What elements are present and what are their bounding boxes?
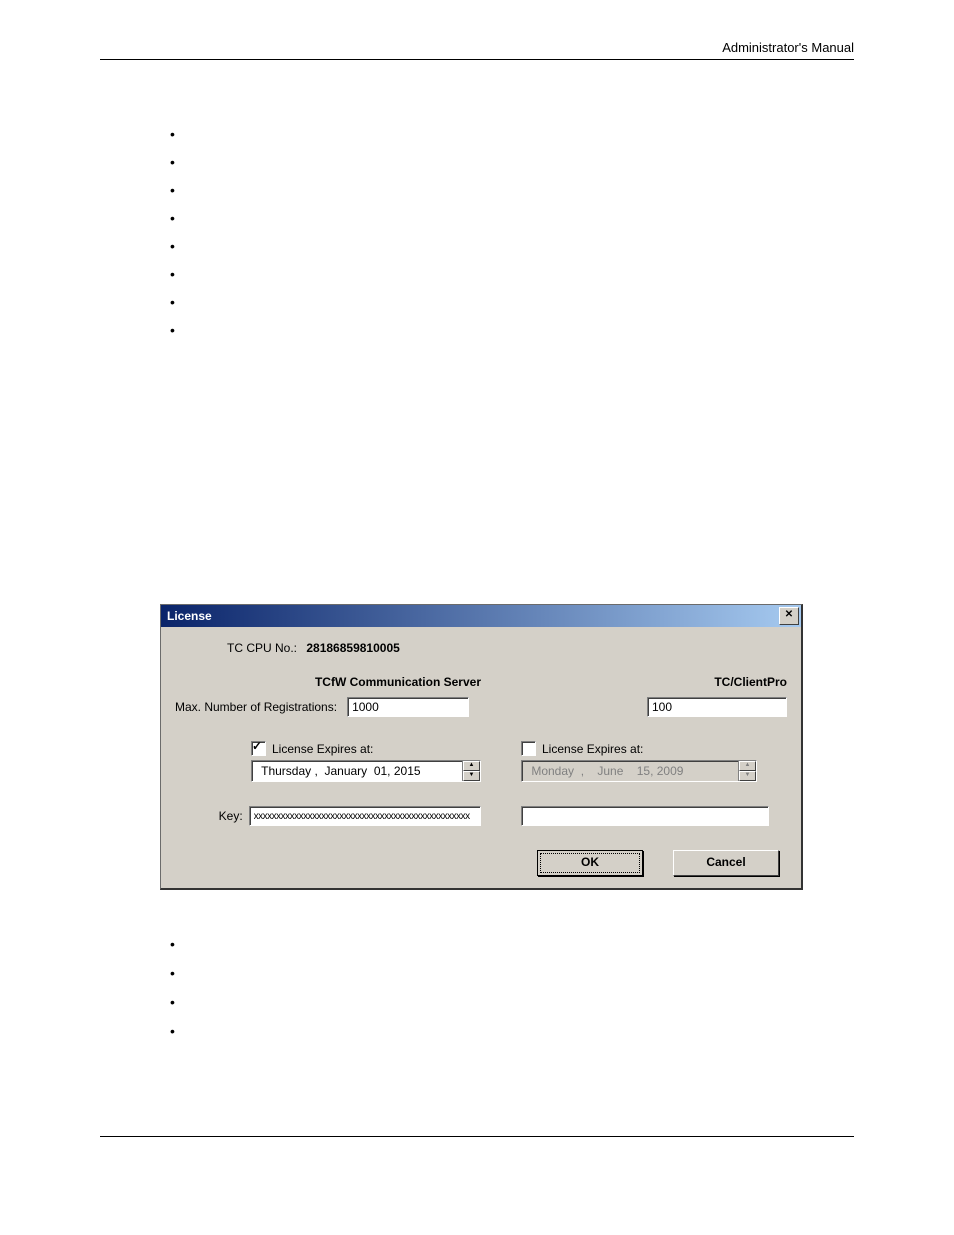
top-bullet-list <box>170 120 854 344</box>
close-icon: ✕ <box>785 609 793 620</box>
date-spinner-clientpro: ▲ ▼ <box>738 761 756 781</box>
spin-down-icon[interactable]: ▼ <box>463 771 480 781</box>
list-item <box>170 176 854 204</box>
list-item <box>170 930 854 959</box>
ok-button[interactable]: OK <box>537 850 643 876</box>
list-item <box>170 288 854 316</box>
expire-label-tcfw: License Expires at: <box>272 742 373 756</box>
spin-up-icon: ▲ <box>739 761 756 771</box>
clientpro-title: TC/ClientPro <box>521 675 787 689</box>
list-item <box>170 959 854 988</box>
list-item <box>170 120 854 148</box>
date-spinner-tcfw: ▲ ▼ <box>462 761 480 781</box>
expire-date-text-clientpro: Monday , June 15, 2009 <box>522 761 738 781</box>
page-footer-rule <box>100 1136 854 1157</box>
cancel-button[interactable]: Cancel <box>673 850 779 876</box>
dialog-titlebar[interactable]: License ✕ <box>161 605 801 627</box>
bottom-bullet-list <box>170 930 854 1046</box>
expire-label-clientpro: License Expires at: <box>542 742 643 756</box>
max-reg-input-tcfw[interactable] <box>347 697 469 717</box>
expire-checkbox-tcfw[interactable] <box>251 741 266 756</box>
max-reg-label: Max. Number of Registrations: <box>175 700 337 714</box>
close-button[interactable]: ✕ <box>779 607 799 625</box>
tcfw-title: TCfW Communication Server <box>175 675 481 689</box>
list-item <box>170 232 854 260</box>
expire-date-tcfw[interactable]: Thursday , January 01, 2015 ▲ ▼ <box>251 760 481 782</box>
clientpro-column: TC/ClientPro License Expires at: Monday … <box>501 675 787 826</box>
cpu-label: TC CPU No.: <box>227 641 297 655</box>
page-header: Administrator's Manual <box>100 40 854 60</box>
key-input-tcfw[interactable] <box>249 806 481 826</box>
expire-date-text-tcfw: Thursday , January 01, 2015 <box>252 761 462 781</box>
expire-date-clientpro: Monday , June 15, 2009 ▲ ▼ <box>521 760 757 782</box>
list-item <box>170 988 854 1017</box>
license-dialog: License ✕ TC CPU No.: 28186859810005 TCf… <box>160 604 803 890</box>
list-item <box>170 260 854 288</box>
max-reg-input-clientpro[interactable] <box>647 697 787 717</box>
expire-checkbox-clientpro[interactable] <box>521 741 536 756</box>
list-item <box>170 1017 854 1046</box>
key-input-clientpro[interactable] <box>521 806 769 826</box>
tcfw-column: TCfW Communication Server Max. Number of… <box>175 675 501 826</box>
dialog-title: License <box>167 609 779 623</box>
key-label: Key: <box>175 809 243 823</box>
header-title: Administrator's Manual <box>722 40 854 55</box>
cpu-row: TC CPU No.: 28186859810005 <box>227 641 787 655</box>
cpu-value: 28186859810005 <box>306 641 399 655</box>
spin-up-icon[interactable]: ▲ <box>463 761 480 771</box>
list-item <box>170 316 854 344</box>
spin-down-icon: ▼ <box>739 771 756 781</box>
list-item <box>170 204 854 232</box>
list-item <box>170 148 854 176</box>
